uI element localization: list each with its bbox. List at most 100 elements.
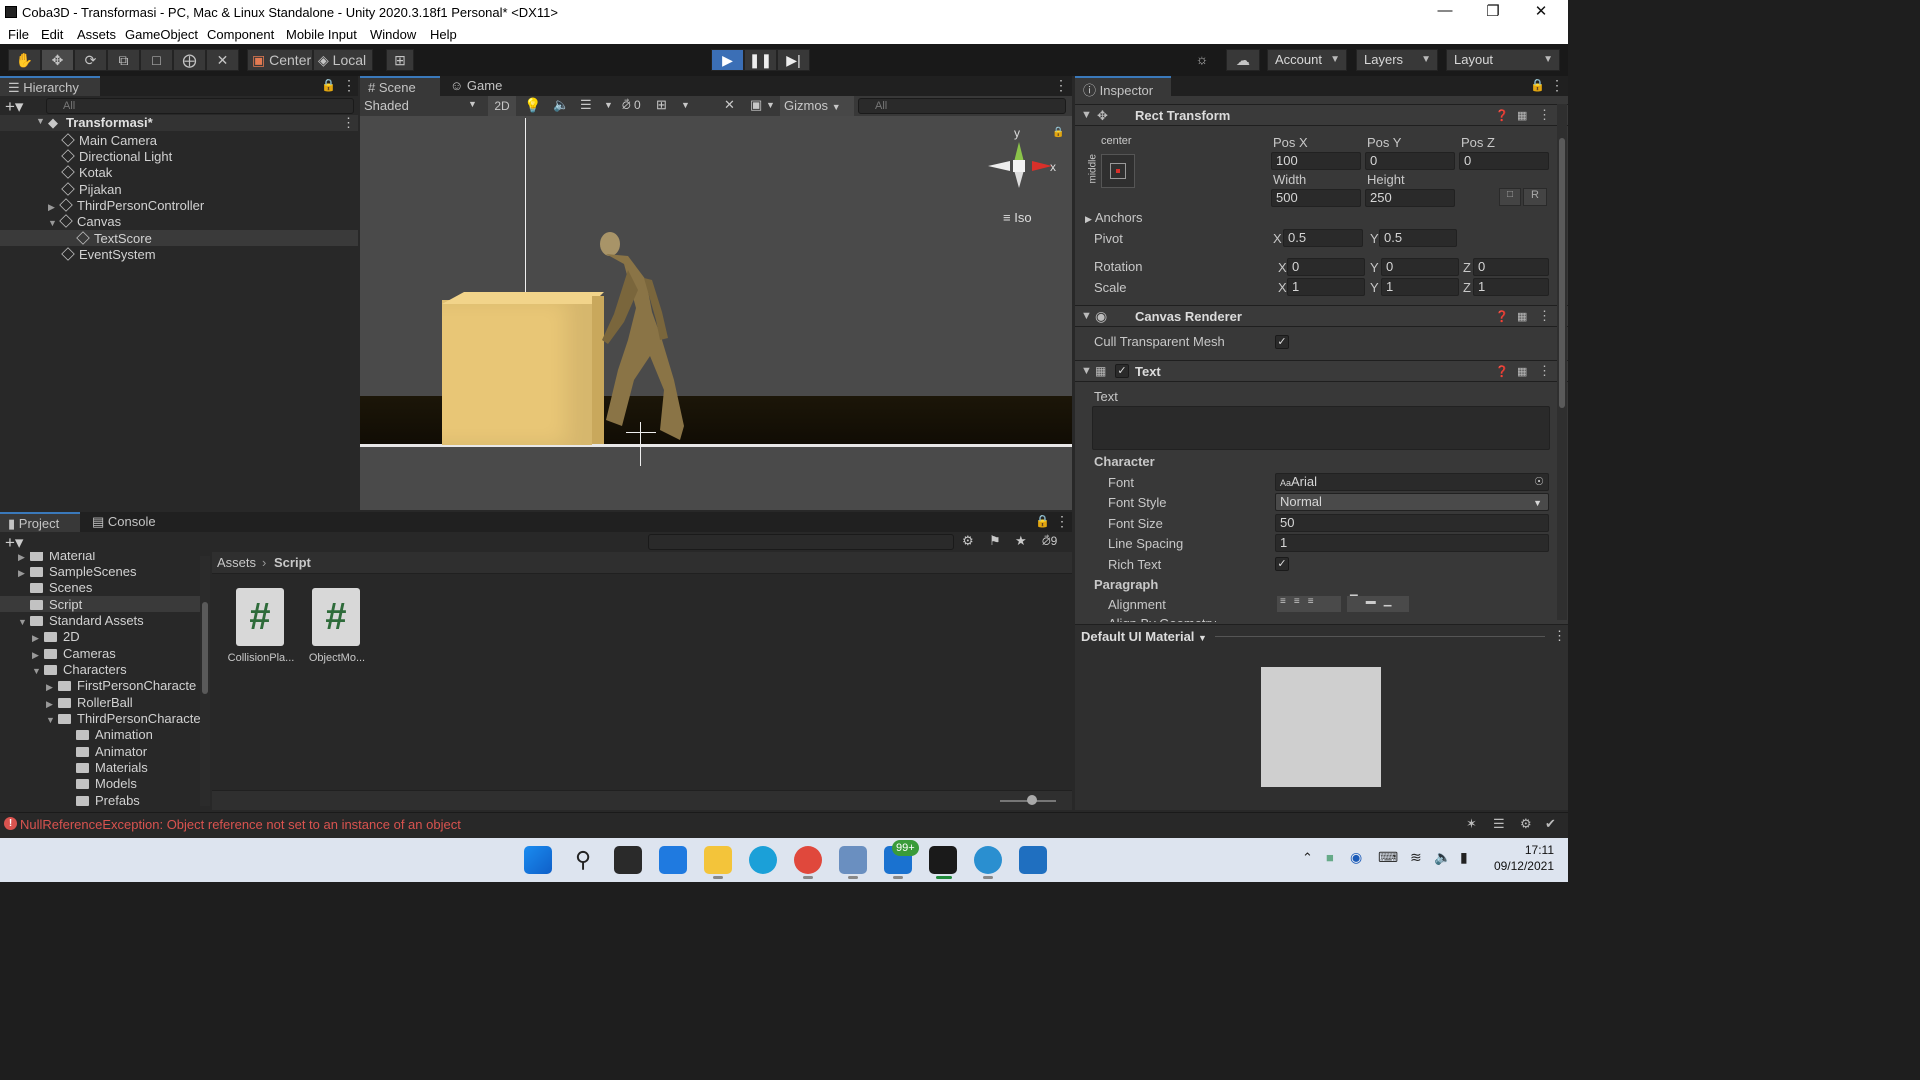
help-icon[interactable]: ❓ [1495,365,1509,378]
rich-text-checkbox[interactable]: ✓ [1275,557,1289,571]
menu-mobile-input[interactable]: Mobile Input [286,27,357,42]
scene-menu-icon[interactable]: ⋮ [1054,77,1068,94]
expand-arrow-icon[interactable]: ▶ [48,202,60,213]
text-component-header[interactable]: ▼ ▦ ✓ Text ❓ ▦ ⋮ [1075,360,1568,382]
menu-file[interactable]: File [8,27,29,42]
menu-assets[interactable]: Assets [77,27,116,42]
blueprint-mode-icon[interactable]: □ [1499,188,1521,206]
pause-button[interactable]: ❚❚ [744,49,777,71]
shading-caret-icon[interactable]: ▼ [468,99,477,109]
height-field[interactable]: 250 [1365,189,1455,207]
folder-item[interactable]: Models [76,776,137,792]
vscode-icon[interactable] [1019,846,1047,874]
rotate-tool-icon[interactable]: ⟳ [74,49,107,71]
pivot-local-toggle[interactable]: ◈ Local [313,49,373,71]
tab-scene[interactable]: # Scene [360,76,440,96]
scale-tool-icon[interactable]: ⧉ [107,49,140,71]
gizmo-lock-icon[interactable]: 🔒 [1052,127,1064,138]
expand-arrow-icon[interactable]: ▶ [18,568,30,579]
raw-edit-button[interactable]: R [1523,188,1547,206]
nvidia-icon[interactable]: ■ [1326,850,1334,865]
tab-inspector[interactable]: ⓘ Inspector [1075,76,1171,98]
projection-toggle[interactable]: ≡ Iso [1003,210,1032,225]
inspector-scrollbar[interactable] [1557,104,1567,620]
move-tool-icon[interactable]: ✥ [41,49,74,71]
text-enabled-checkbox[interactable]: ✓ [1115,364,1129,378]
folder-item-selected[interactable]: Script [30,597,82,613]
layout-dropdown[interactable]: Layout ▼ [1446,49,1560,71]
foldout-arrow-icon[interactable]: ▼ [1081,310,1092,322]
menu-help[interactable]: Help [430,27,457,42]
shading-mode-dropdown[interactable]: Shaded [364,98,409,113]
folder-item[interactable]: ▼ Characters [32,662,127,678]
restore-button[interactable]: ❐ [1470,2,1516,22]
pos-z-field[interactable]: 0 [1459,152,1549,170]
panel-menu-icon[interactable]: ⋮ [342,77,356,94]
status-bar[interactable]: ! NullReferenceException: Object referen… [0,812,1568,836]
anchors-foldout[interactable]: ▶ Anchors [1085,210,1143,225]
foldout-arrow-icon[interactable]: ▼ [1081,109,1092,121]
folder-item[interactable]: ▼ Standard Assets [18,613,144,629]
filter-type-icon[interactable]: ⚙ [962,533,974,549]
pivot-center-toggle[interactable]: ▣ Center [247,49,313,71]
anchor-preset-button[interactable] [1101,154,1135,188]
pivot-y-field[interactable]: 0.5 [1379,229,1457,247]
tray-app-icon[interactable]: ◉ [1350,849,1362,866]
menu-component[interactable]: Component [207,27,274,42]
expand-arrow-icon[interactable]: ▶ [18,552,30,563]
collapse-arrow-icon[interactable]: ▼ [48,218,60,228]
folder-item[interactable]: Animator [76,744,147,760]
tray-chevron-icon[interactable]: ⌃ [1302,850,1313,866]
custom-tool-icon[interactable]: ✕ [206,49,239,71]
hierarchy-search-input[interactable]: All [46,98,354,114]
error-message[interactable]: NullReferenceException: Object reference… [20,817,461,832]
expand-arrow-icon[interactable]: ▼ [36,116,45,126]
layers-stack-icon[interactable]: ☰ [1493,816,1505,832]
font-size-field[interactable]: 50 [1275,514,1549,532]
folder-item[interactable]: Materials [76,760,148,776]
tab-game[interactable]: ☺ Game [442,76,512,96]
edge-browser-icon[interactable] [749,846,777,874]
tab-console[interactable]: ▤ Console [84,512,164,532]
expand-arrow-icon[interactable]: ▶ [46,699,58,710]
expand-arrow-icon[interactable]: ▶ [32,633,44,644]
hierarchy-item[interactable]: Directional Light [61,149,172,165]
folder-item[interactable]: ▶ Material [18,552,95,564]
rotation-z-field[interactable]: 0 [1473,258,1549,276]
scene-menu-icon[interactable]: ⋮ [342,115,355,131]
search-icon[interactable]: ⚲ [569,846,597,874]
chrome-icon[interactable] [794,846,822,874]
canvas-renderer-header[interactable]: ▼ ◉ Canvas Renderer ❓ ▦ ⋮ [1075,305,1568,327]
collab-icon[interactable]: ☼ [1188,49,1216,71]
panel-menu-icon[interactable]: ⋮ [1055,513,1069,530]
scene-viewport[interactable]: y x 🔒 ≡ Iso [360,116,1072,510]
hidden-objects-icon[interactable]: ⦳ 0 [622,98,641,113]
scrollbar-thumb[interactable] [202,602,208,694]
rotation-y-field[interactable]: 0 [1381,258,1459,276]
material-menu-icon[interactable]: ⋮ [1553,628,1566,644]
width-field[interactable]: 500 [1271,189,1361,207]
preset-icon[interactable]: ▦ [1517,365,1527,378]
grid-icon[interactable]: ⊞ [656,97,667,113]
account-dropdown[interactable]: Account ▼ [1267,49,1347,71]
horizontal-alignment-buttons[interactable]: ≡≡≡ [1277,596,1341,612]
pivot-x-field[interactable]: 0.5 [1283,229,1363,247]
line-spacing-field[interactable]: 1 [1275,534,1549,552]
folder-item[interactable]: Scenes [30,580,92,596]
audio-icon[interactable]: 🔈 [553,97,569,113]
font-field[interactable]: AaArial ☉ [1275,473,1549,491]
tab-project[interactable]: ▮ Project [0,512,80,532]
hierarchy-item[interactable]: EventSystem [61,247,156,263]
folder-item[interactable]: Animation [76,727,153,743]
scene-row[interactable]: ▼ ◆ Transformasi* ⋮ [0,115,358,131]
asset-item[interactable]: # ObjectMo... [300,588,374,668]
folder-item[interactable]: Prefabs [76,793,140,809]
scene-search-input[interactable]: All [858,98,1066,114]
rotation-x-field[interactable]: 0 [1287,258,1365,276]
lock-icon[interactable]: 🔒 [1530,78,1545,92]
hierarchy-item[interactable]: ▶ ThirdPersonController [48,198,204,214]
photos-icon[interactable] [839,846,867,874]
effects-icon[interactable]: ☰ [580,97,592,113]
windows-start-icon[interactable] [524,846,552,874]
clock-time[interactable]: 17:11 [1494,843,1554,857]
